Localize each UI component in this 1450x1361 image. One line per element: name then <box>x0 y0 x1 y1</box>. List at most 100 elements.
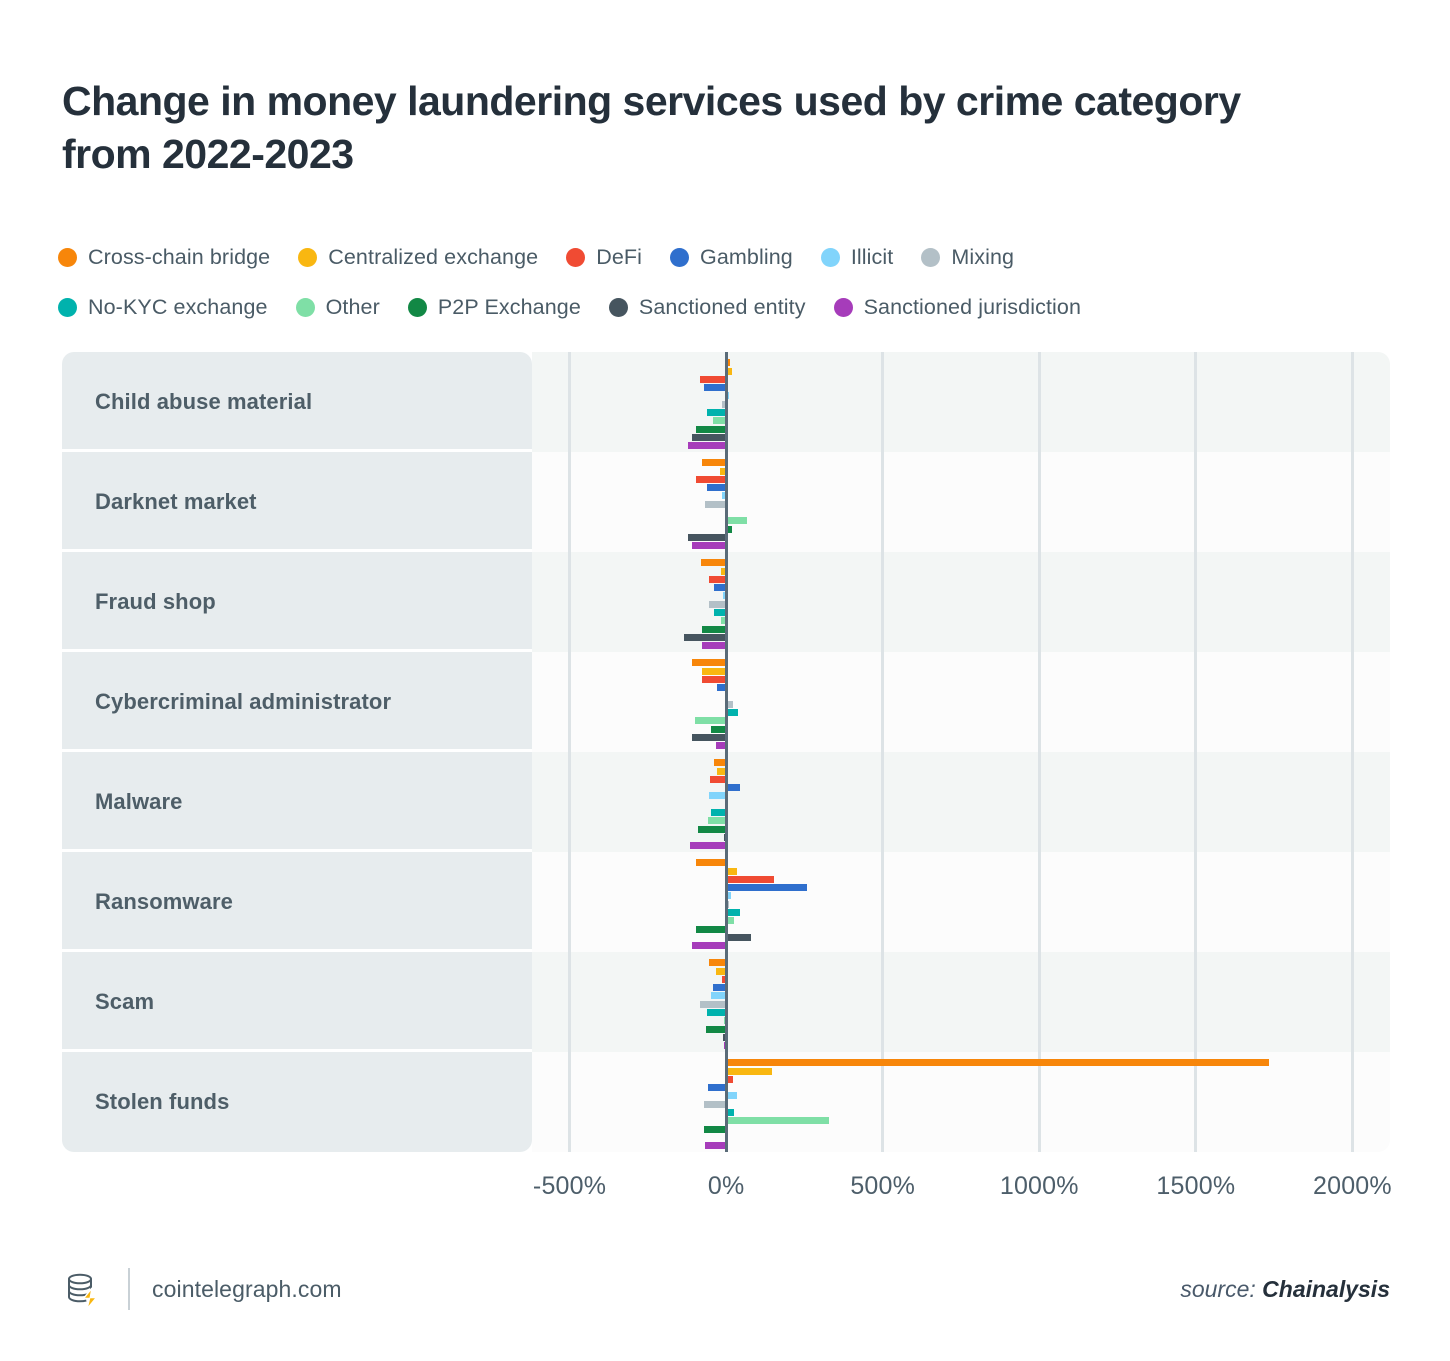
bar-mixing[interactable] <box>699 1000 727 1008</box>
bar-defi[interactable] <box>696 475 727 483</box>
bar-other[interactable] <box>726 1117 830 1125</box>
x-axis-tick-label: 1000% <box>999 1172 1079 1200</box>
bar-no-kyc-exchange[interactable] <box>707 1009 727 1017</box>
x-axis-tick-label: 0% <box>707 1172 745 1200</box>
bar-cross-chain-bridge[interactable] <box>696 859 727 867</box>
bar-sanctioned-entity[interactable] <box>691 433 727 441</box>
bar-sanctioned-jurisdiction[interactable] <box>691 542 727 550</box>
legend-item-centralized-exchange[interactable]: Centralized exchange <box>298 245 566 270</box>
bar-sanctioned-entity[interactable] <box>726 933 751 941</box>
x-axis-tick-label: 2000% <box>1312 1172 1392 1200</box>
legend-color-dot <box>566 247 586 267</box>
legend-color-dot <box>407 297 427 317</box>
legend-item-mixing[interactable]: Mixing <box>921 245 1042 270</box>
bar-defi[interactable] <box>701 675 727 683</box>
x-axis-tick-label: 500% <box>850 1172 916 1200</box>
bar-p2p-exchange[interactable] <box>696 925 727 933</box>
category-label-column: Child abuse material Darknet market Fraud … <box>62 352 532 1152</box>
bar-cross-chain-bridge[interactable] <box>701 559 727 567</box>
bar-gambling[interactable] <box>726 784 741 792</box>
infographic-page: Change in money laundering services used… <box>0 0 1450 1361</box>
source-prefix: source: <box>1180 1275 1256 1302</box>
plot-band <box>532 352 1390 452</box>
bar-sanctioned-entity[interactable] <box>683 633 727 641</box>
category-label: Malware <box>95 789 183 814</box>
gridline <box>881 352 885 1152</box>
bar-centralized-exchange[interactable] <box>701 667 727 675</box>
bar-sanctioned-jurisdiction[interactable] <box>692 942 727 950</box>
bar-other[interactable] <box>695 717 727 725</box>
source-name: Chainalysis <box>1262 1275 1390 1302</box>
legend-item-no-kyc-exchange[interactable]: No-KYC exchange <box>58 295 296 320</box>
x-axis-tick-label: 1500% <box>1156 1172 1236 1200</box>
bar-centralized-exchange[interactable] <box>726 867 738 875</box>
bar-sanctioned-jurisdiction[interactable] <box>690 842 727 850</box>
bar-sanctioned-jurisdiction[interactable] <box>701 642 727 650</box>
bar-p2p-exchange[interactable] <box>696 425 727 433</box>
bar-mixing[interactable] <box>705 500 727 508</box>
legend-item-sanctioned-jurisdiction[interactable]: Sanctioned jurisdiction <box>833 295 1109 320</box>
bar-other[interactable] <box>707 817 727 825</box>
bar-mixing[interactable] <box>703 1100 727 1108</box>
bar-defi[interactable] <box>726 875 775 883</box>
legend-item-gambling[interactable]: Gambling <box>670 245 821 270</box>
brand-block: cointelegraph.com <box>62 1268 342 1310</box>
brand-url[interactable]: cointelegraph.com <box>152 1276 342 1303</box>
bar-gambling[interactable] <box>707 1084 727 1092</box>
category-label: Cybercriminal administrator <box>95 689 392 714</box>
bar-illicit[interactable] <box>708 792 727 800</box>
plot-band <box>532 752 1390 852</box>
bar-sanctioned-jurisdiction[interactable] <box>704 1142 727 1150</box>
bar-other[interactable] <box>726 517 747 525</box>
bar-p2p-exchange[interactable] <box>703 1125 727 1133</box>
legend-item-label: Gambling <box>700 244 793 269</box>
bar-defi[interactable] <box>708 575 727 583</box>
bar-no-kyc-exchange[interactable] <box>726 909 741 917</box>
bar-sanctioned-entity[interactable] <box>691 733 727 741</box>
category-label: Stolen funds <box>95 1089 230 1114</box>
bar-cross-chain-bridge[interactable] <box>726 1059 1270 1067</box>
bar-sanctioned-jurisdiction[interactable] <box>687 442 727 450</box>
bar-gambling[interactable] <box>726 884 808 892</box>
legend-color-dot <box>298 247 318 267</box>
bar-gambling[interactable] <box>707 484 727 492</box>
bar-p2p-exchange[interactable] <box>705 1025 727 1033</box>
bar-defi[interactable] <box>699 375 727 383</box>
legend-item-label: Cross-chain bridge <box>88 244 271 269</box>
bar-centralized-exchange[interactable] <box>726 1067 772 1075</box>
plot-band <box>532 852 1390 952</box>
legend-color-dot <box>820 247 840 267</box>
legend-item-label: Mixing <box>951 244 1015 269</box>
bar-p2p-exchange[interactable] <box>701 625 727 633</box>
legend-item-label: Other <box>325 294 380 319</box>
bar-p2p-exchange[interactable] <box>697 825 727 833</box>
legend-color-dot <box>608 297 628 317</box>
bar-sanctioned-entity[interactable] <box>687 533 727 541</box>
plot-band <box>532 652 1390 752</box>
bar-illicit[interactable] <box>726 1092 738 1100</box>
gridline <box>1037 352 1041 1152</box>
legend-item-illicit[interactable]: Illicit <box>820 245 922 270</box>
bar-cross-chain-bridge[interactable] <box>691 659 727 667</box>
chart-legend: Cross-chain bridge Centralized exchange De… <box>58 232 1378 332</box>
legend-item-defi[interactable]: DeFi <box>566 245 670 270</box>
bar-mixing[interactable] <box>708 600 727 608</box>
plot-band <box>532 552 1390 652</box>
bar-no-kyc-exchange[interactable] <box>726 709 739 717</box>
legend-item-other[interactable]: Other <box>295 294 408 320</box>
legend-item-p2p-exchange[interactable]: P2P Exchange <box>407 295 609 320</box>
cointelegraph-coins-icon <box>62 1268 104 1310</box>
gridline <box>1350 352 1354 1152</box>
category-label: Scam <box>95 989 155 1014</box>
plot-area <box>532 352 1390 1152</box>
legend-item-cross-chain-bridge[interactable]: Cross-chain bridge <box>58 245 298 270</box>
legend-color-dot <box>670 247 690 267</box>
legend-item-sanctioned-entity[interactable]: Sanctioned entity <box>608 295 834 320</box>
category-label: Child abuse material <box>95 389 313 414</box>
legend-color-dot <box>921 247 941 267</box>
bar-no-kyc-exchange[interactable] <box>706 409 727 417</box>
footer: cointelegraph.com source: Chainalysis <box>62 1258 1390 1320</box>
bar-cross-chain-bridge[interactable] <box>708 959 727 967</box>
bar-gambling[interactable] <box>703 384 727 392</box>
bar-cross-chain-bridge[interactable] <box>701 459 727 467</box>
